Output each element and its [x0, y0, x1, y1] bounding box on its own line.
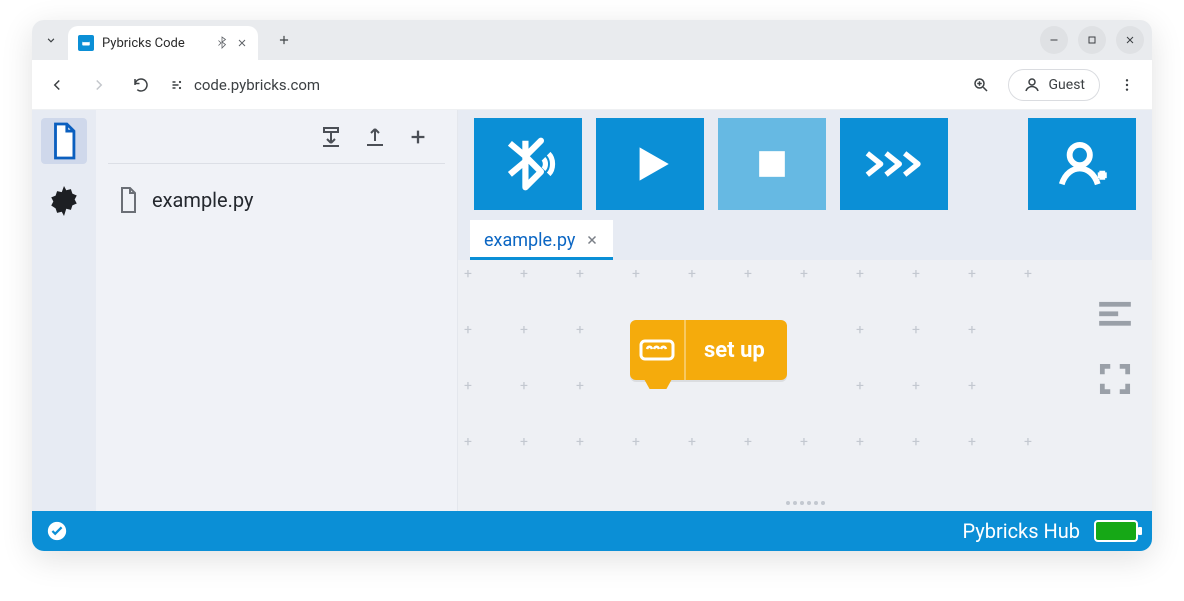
align-button[interactable]	[1096, 298, 1134, 328]
new-file-button[interactable]	[407, 126, 429, 148]
hub-name: Pybricks Hub	[962, 519, 1080, 543]
panel-drag-handle[interactable]	[785, 501, 825, 509]
chevrons-right-icon	[862, 144, 926, 184]
setup-block[interactable]: set up	[630, 320, 787, 380]
file-explorer: example.py	[96, 110, 458, 511]
run-button[interactable]	[596, 118, 704, 210]
user-plus-icon	[1055, 137, 1109, 191]
editor-tab-close-icon[interactable]	[585, 233, 599, 247]
minimize-button[interactable]	[1040, 26, 1068, 54]
zoom-icon[interactable]	[966, 70, 996, 100]
files-view-button[interactable]	[41, 118, 87, 164]
editor-tab-label: example.py	[484, 230, 575, 251]
file-icon	[116, 186, 140, 214]
profile-button[interactable]: Guest	[1008, 69, 1100, 101]
file-item[interactable]: example.py	[104, 176, 449, 224]
file-list: example.py	[96, 164, 457, 236]
hub-icon	[630, 320, 686, 380]
import-file-button[interactable]	[319, 125, 343, 149]
canvas-grid: +++++++++++ ++++++ ++++++ +++++++++++	[458, 260, 1152, 511]
block-canvas[interactable]: +++++++++++ ++++++ ++++++ +++++++++++ se…	[458, 260, 1152, 511]
action-toolbar	[458, 110, 1152, 218]
profile-label: Guest	[1049, 77, 1085, 93]
file-icon	[47, 121, 81, 161]
file-toolbar	[108, 110, 445, 164]
browser-titlebar: Pybricks Code	[32, 20, 1152, 60]
tab-close-icon[interactable]	[236, 37, 248, 49]
fullscreen-button[interactable]	[1096, 360, 1134, 398]
status-bar: Pybricks Hub	[32, 511, 1152, 551]
stop-icon	[750, 142, 794, 186]
settings-view-button[interactable]	[41, 178, 87, 224]
file-name: example.py	[152, 188, 254, 212]
activity-bar	[32, 110, 96, 511]
main-area: example.py +++++++++++ ++++++ ++++++ +++…	[458, 110, 1152, 511]
reload-button[interactable]	[126, 70, 156, 100]
site-info[interactable]: code.pybricks.com	[168, 76, 320, 94]
address-bar: code.pybricks.com Guest	[32, 60, 1152, 110]
editor-tab[interactable]: example.py	[470, 220, 613, 260]
status-ok-icon	[46, 520, 68, 542]
tab-search-dropdown[interactable]	[40, 29, 62, 51]
favicon-icon	[78, 35, 94, 51]
app-body: example.py	[32, 110, 1152, 511]
stop-button[interactable]	[718, 118, 826, 210]
account-button[interactable]	[1028, 118, 1136, 210]
play-icon	[625, 139, 675, 189]
window-controls	[1040, 26, 1144, 54]
bluetooth-connect-button[interactable]	[474, 118, 582, 210]
browser-menu-button[interactable]	[1112, 70, 1142, 100]
browser-window: Pybricks Code code.pybricks.com	[32, 20, 1152, 551]
forward-button[interactable]	[84, 70, 114, 100]
gear-icon	[46, 183, 82, 219]
maximize-button[interactable]	[1078, 26, 1106, 54]
browser-tab[interactable]: Pybricks Code	[68, 26, 258, 60]
close-window-button[interactable]	[1116, 26, 1144, 54]
export-file-button[interactable]	[363, 125, 387, 149]
new-tab-button[interactable]	[270, 26, 298, 54]
site-settings-icon	[168, 76, 186, 94]
user-icon	[1023, 76, 1041, 94]
url-text: code.pybricks.com	[194, 76, 320, 94]
back-button[interactable]	[42, 70, 72, 100]
bluetooth-indicator-icon	[216, 36, 228, 50]
repl-button[interactable]	[840, 118, 948, 210]
block-label: set up	[686, 338, 787, 363]
editor-tabs: example.py	[458, 218, 1152, 260]
battery-icon	[1094, 520, 1138, 542]
tab-title: Pybricks Code	[102, 36, 208, 51]
bluetooth-icon	[497, 133, 559, 195]
